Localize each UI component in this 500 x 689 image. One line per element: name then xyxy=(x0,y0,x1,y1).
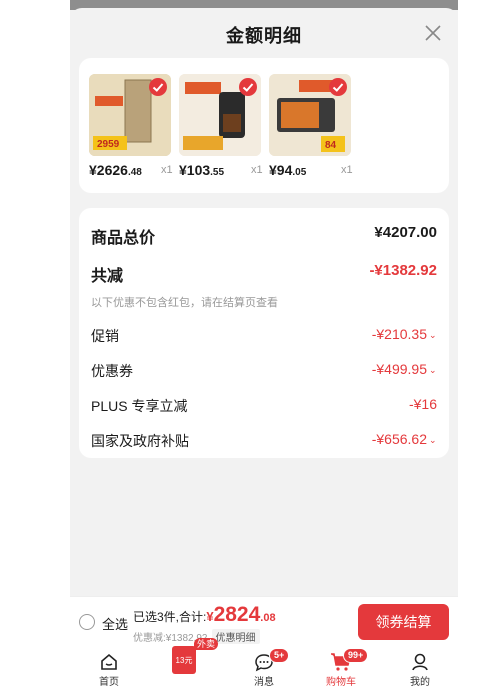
close-icon[interactable] xyxy=(422,22,444,44)
discount-note: 以下优惠不包含红包，请在结算页查看 xyxy=(91,297,278,309)
subsidy-label: 国家及政府补贴 xyxy=(91,433,189,449)
amount-detail-sheet: 金额明细 2959 ¥2626.48 x1 ¥103.55 x1 84 ¥94.… xyxy=(70,8,458,596)
message-badge: 5+ xyxy=(269,648,290,663)
home-icon xyxy=(101,653,117,670)
chevron-down-icon: ⌄ xyxy=(429,434,437,445)
svg-text:2959: 2959 xyxy=(97,139,120,150)
product-thumbnail: 2959 xyxy=(89,74,171,156)
checkout-button[interactable]: 领券结算 xyxy=(358,604,449,640)
product-item[interactable]: 2959 ¥2626.48 x1 xyxy=(89,74,173,178)
goods-total-value: ¥4207.00 xyxy=(374,224,437,241)
product-qty: x1 xyxy=(251,164,263,176)
goods-total-row: 商品总价 ¥4207.00 xyxy=(91,224,437,247)
coupon-row[interactable]: 优惠券 -¥499.95 ⌄ xyxy=(91,361,437,383)
chevron-down-icon: ⌄ xyxy=(429,329,437,340)
price-summary: 商品总价 ¥4207.00 共减 -¥1382.92 以下优惠不包含红包，请在结… xyxy=(79,208,449,458)
selected-check-icon[interactable] xyxy=(149,78,167,96)
plus-row: PLUS 专享立减 -¥16 xyxy=(91,396,437,418)
selected-count: 已选3件,合计: xyxy=(133,610,207,624)
tab-cart-label: 购物车 xyxy=(326,677,356,688)
svg-text:84: 84 xyxy=(325,140,337,151)
select-all-radio[interactable] xyxy=(79,614,95,630)
tab-home[interactable]: 首页 xyxy=(79,646,139,689)
selected-check-icon[interactable] xyxy=(329,78,347,96)
tab-takeout[interactable]: 13元 外卖 xyxy=(172,638,219,674)
tab-cart[interactable]: 购物车 99+ xyxy=(311,646,371,689)
goods-total-label: 商品总价 xyxy=(91,230,156,247)
tab-home-label: 首页 xyxy=(99,677,119,688)
coupon-value: -¥499.95 ⌄ xyxy=(371,361,437,377)
total-amount: ¥2824 xyxy=(206,603,261,626)
checkout-bar: 全选 已选3件,合计:¥2824.08 优惠减:¥1382.92 优惠明细 领券结… xyxy=(70,596,458,646)
promo-value: -¥210.35 ⌄ xyxy=(371,326,437,342)
profile-icon xyxy=(412,653,428,671)
product-item[interactable]: ¥103.55 x1 xyxy=(179,74,263,178)
sheet-title: 金额明细 xyxy=(226,26,302,46)
product-price: ¥94.05 xyxy=(269,162,307,178)
discount-detail-button[interactable]: 优惠明细 xyxy=(211,629,260,644)
select-all-label[interactable]: 全选 xyxy=(102,614,128,633)
promo-label: 促销 xyxy=(91,328,119,344)
tab-profile[interactable]: 我的 xyxy=(390,646,450,689)
product-list: 2959 ¥2626.48 x1 ¥103.55 x1 84 ¥94.05 x1 xyxy=(79,58,449,193)
product-thumbnail: 84 xyxy=(269,74,351,156)
cart-screen: 金额明细 2959 ¥2626.48 x1 ¥103.55 x1 84 ¥94.… xyxy=(70,0,458,689)
product-price: ¥103.55 xyxy=(179,162,225,178)
total-reduce-value: -¥1382.92 xyxy=(369,262,437,279)
promo-row[interactable]: 促销 -¥210.35 ⌄ xyxy=(91,326,437,348)
product-price: ¥2626.48 xyxy=(89,162,142,178)
selected-check-icon[interactable] xyxy=(239,78,257,96)
total-reduce-label: 共减 xyxy=(91,268,124,285)
subsidy-row[interactable]: 国家及政府补贴 -¥656.62 ⌄ xyxy=(91,431,437,453)
total-amount-decimal: .08 xyxy=(260,612,276,624)
total-line: 已选3件,合计:¥2824.08 xyxy=(133,603,276,627)
plus-label: PLUS 专享立减 xyxy=(91,398,188,414)
chevron-down-icon: ⌄ xyxy=(429,364,437,375)
subsidy-value: -¥656.62 ⌄ xyxy=(371,431,437,447)
tab-profile-label: 我的 xyxy=(410,677,430,688)
product-thumbnail xyxy=(179,74,261,156)
tab-messages-label: 消息 xyxy=(254,677,274,688)
coupon-label: 优惠券 xyxy=(91,363,133,379)
plus-value: -¥16 xyxy=(408,396,437,412)
product-item[interactable]: 84 ¥94.05 x1 xyxy=(269,74,353,178)
product-qty: x1 xyxy=(161,164,173,176)
total-reduce-row: 共减 -¥1382.92 xyxy=(91,262,437,285)
takeout-icon: 13元 xyxy=(172,646,196,674)
cart-badge: 99+ xyxy=(343,648,369,663)
tab-messages[interactable]: 消息 5+ xyxy=(234,646,294,689)
bottom-tab-bar: 首页 13元 外卖 消息 5+ 购物车 99+ 我的 xyxy=(70,638,458,689)
product-qty: x1 xyxy=(341,164,353,176)
takeout-badge: 外卖 xyxy=(194,638,219,650)
